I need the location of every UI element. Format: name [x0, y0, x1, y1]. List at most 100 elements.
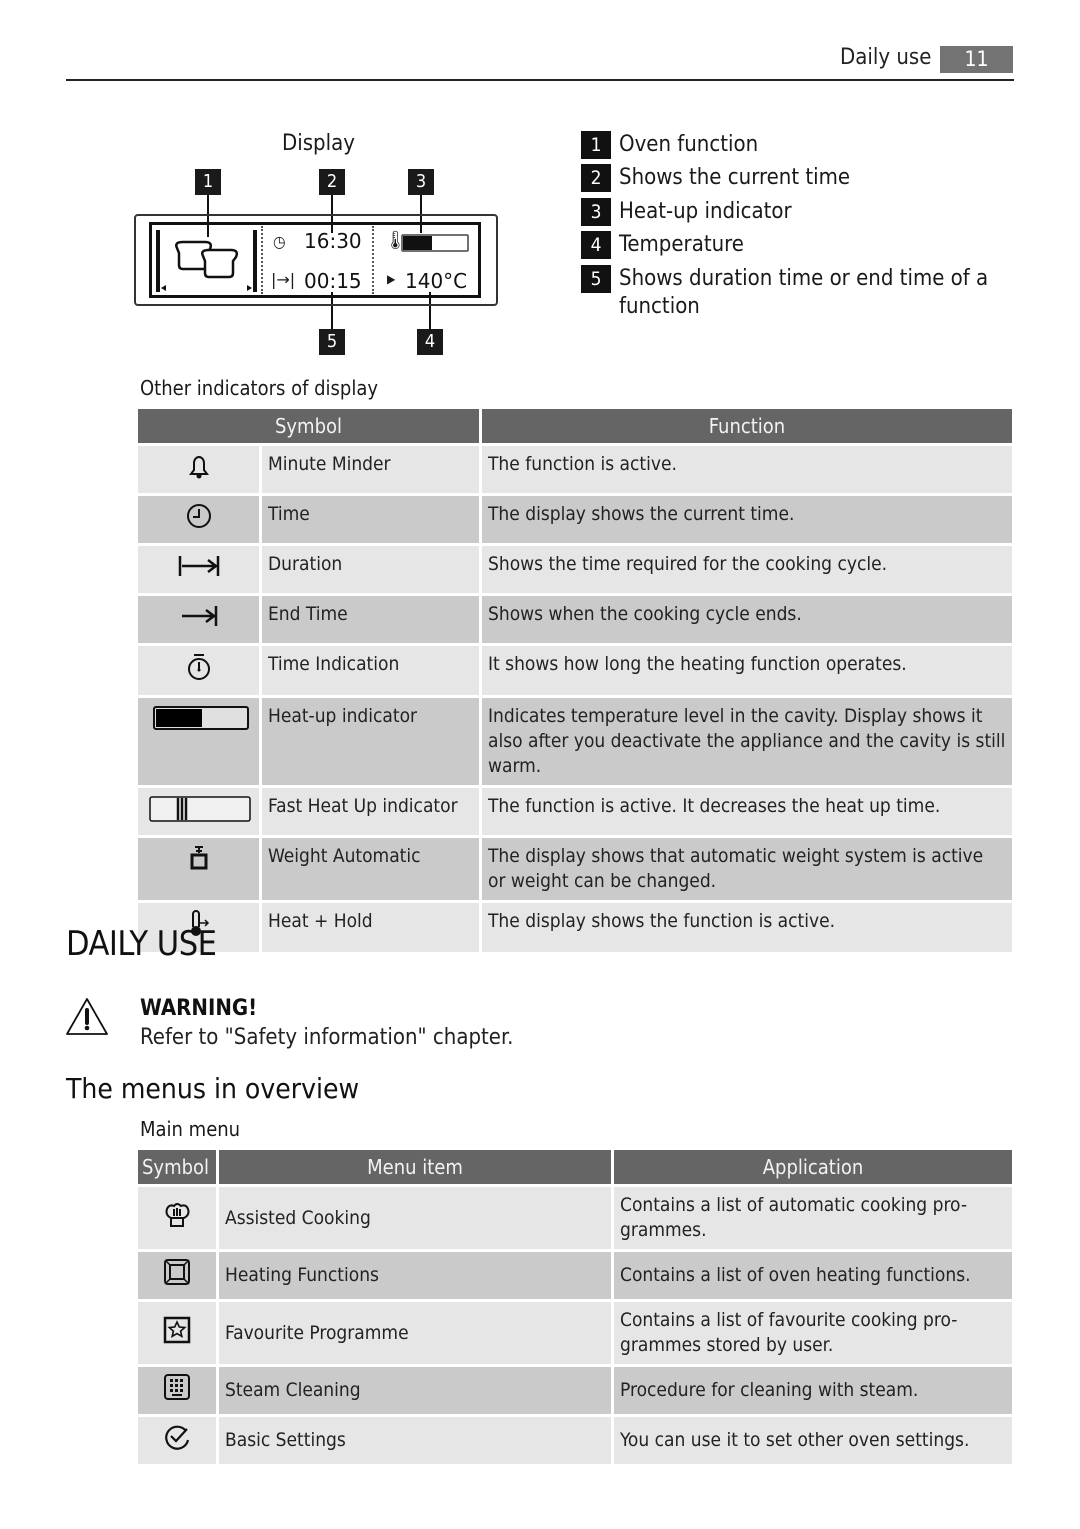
oven-icon: [164, 1259, 190, 1285]
symbol-cell: [138, 596, 259, 643]
table-row: Heat-up indicator Indicates temperature …: [138, 698, 1012, 785]
indicator-function: It shows how long the heating function o…: [482, 646, 1012, 695]
menu-item-name: Assisted Cooking: [219, 1187, 611, 1249]
display-heatup-bar: [401, 234, 469, 252]
indicator-function: The display shows the current time.: [482, 496, 1012, 543]
chef-hat-icon: [165, 1202, 190, 1227]
duration-icon: |→|: [271, 270, 296, 289]
warning-title: WARNING!: [140, 996, 258, 1021]
indicator-function: Indicates temperature level in the cavit…: [482, 698, 1012, 785]
symbol-cell: [138, 788, 259, 835]
symbol-cell: [138, 1417, 216, 1464]
column-header-application: Application: [614, 1150, 1012, 1184]
table-row: Basic Settings You can use it to set oth…: [138, 1417, 1012, 1464]
menu-item-application: Contains a list of automatic cooking pro…: [614, 1187, 1012, 1249]
indicator-function: The function is active. It decreases the…: [482, 788, 1012, 835]
indicator-function: Shows the time required for the cooking …: [482, 546, 1012, 593]
indicator-name: Duration: [262, 546, 479, 593]
menu-item-name: Steam Cleaning: [219, 1367, 611, 1414]
other-indicators-caption: Other indicators of display: [140, 376, 379, 400]
menu-item-application: You can use it to set other oven setting…: [614, 1417, 1012, 1464]
legend-text: Heat-up indicator: [619, 199, 792, 224]
indicator-name: Time Indication: [262, 646, 479, 695]
table-row: Favourite Programme Contains a list of f…: [138, 1302, 1012, 1364]
star-box-icon: [163, 1316, 191, 1343]
symbol-cell: [138, 546, 259, 593]
table-row: Minute Minder The function is active.: [138, 446, 1012, 493]
legend-number: 3: [581, 198, 611, 226]
callout-4: 4: [417, 329, 443, 355]
callout-5: 5: [319, 329, 345, 355]
end-time-icon: [181, 606, 217, 626]
column-header-menu-item: Menu item: [219, 1150, 611, 1184]
indicator-function: Shows when the cooking cycle ends.: [482, 596, 1012, 643]
column-header-symbol: Symbol: [138, 409, 479, 443]
indicator-name: Heat + Hold: [262, 903, 479, 952]
table-row: Duration Shows the time required for the…: [138, 546, 1012, 593]
callout-2: 2: [319, 169, 345, 195]
menu-item-name: Heating Functions: [219, 1252, 611, 1299]
heatup-bar-fill: [403, 236, 432, 250]
steam-grid-icon: [164, 1374, 190, 1400]
display-divider: [261, 226, 263, 294]
duration-icon: [178, 556, 219, 576]
clock-icon: ◷: [273, 232, 286, 251]
symbol-cell: [138, 698, 259, 785]
legend-item: 2 Shows the current time: [581, 164, 989, 192]
legend-item: 3 Heat-up indicator: [581, 198, 989, 226]
indicator-name: Fast Heat Up indicator: [262, 788, 479, 835]
legend-number: 4: [581, 231, 611, 259]
table-row: Heat + Hold The display shows the functi…: [138, 903, 1012, 952]
callout-1: 1: [195, 169, 221, 195]
legend-text: Shows duration time or end time of a fun…: [619, 266, 989, 319]
legend-item: 5 Shows duration time or end time of a fu…: [581, 265, 989, 321]
legend-item: 1 Oven function: [581, 131, 989, 159]
indicator-name: Minute Minder: [262, 446, 479, 493]
menu-item-name: Favourite Programme: [219, 1302, 611, 1364]
symbol-cell: [138, 496, 259, 543]
table-row: Heating Functions Contains a list of ove…: [138, 1252, 1012, 1299]
play-arrow-icon: ▶: [387, 272, 396, 286]
weight-icon: [190, 846, 207, 870]
symbol-cell: [138, 1187, 216, 1249]
display-figure-title: Display: [282, 131, 355, 156]
warning-triangle-icon: [66, 998, 108, 1035]
check-circle-icon: [165, 1425, 190, 1450]
table-row: End Time Shows when the cooking cycle en…: [138, 596, 1012, 643]
section-title-daily-use: DAILY USE: [66, 924, 217, 964]
menu-item-name: Basic Settings: [219, 1417, 611, 1464]
clock-icon: [186, 504, 211, 528]
indicator-name: End Time: [262, 596, 479, 643]
symbol-cell: [138, 446, 259, 493]
table-row: Steam Cleaning Procedure for cleaning wi…: [138, 1367, 1012, 1414]
indicator-function: The display shows that automatic weight …: [482, 838, 1012, 900]
legend-number: 5: [581, 265, 611, 293]
symbol-cell: [138, 1252, 216, 1299]
menu-item-application: Contains a list of favourite cooking pro…: [614, 1302, 1012, 1364]
main-menu-table: Symbol Menu item Application Assisted Co…: [135, 1147, 1015, 1467]
pastry-oven-function-icon: [156, 230, 257, 292]
symbol-cell: [138, 646, 259, 695]
other-indicators-table: Symbol Function Minute Minder The functi…: [135, 406, 1015, 955]
main-menu-caption: Main menu: [140, 1117, 241, 1141]
legend-text: Shows the current time: [619, 165, 851, 190]
callout-3: 3: [408, 169, 434, 195]
page-number-badge: 11: [940, 46, 1013, 73]
warning-text: Refer to "Safety information" chapter.: [140, 1025, 514, 1050]
table-row: Time Indication It shows how long the he…: [138, 646, 1012, 695]
bell-icon: [188, 456, 209, 479]
indicator-function: The function is active.: [482, 446, 1012, 493]
legend-number: 1: [581, 131, 611, 159]
menu-item-application: Procedure for cleaning with steam.: [614, 1367, 1012, 1414]
stopwatch-icon: [187, 654, 210, 680]
display-current-time: 16:30: [304, 229, 362, 253]
indicator-name: Time: [262, 496, 479, 543]
display-duration-time: 00:15: [304, 269, 362, 293]
table-row: Time The display shows the current time.: [138, 496, 1012, 543]
subsection-title-menus: The menus in overview: [66, 1072, 360, 1105]
indicator-function: The display shows the function is active…: [482, 903, 1012, 952]
menu-item-application: Contains a list of oven heating function…: [614, 1252, 1012, 1299]
heatup-bar-icon: [152, 706, 249, 730]
legend-number: 2: [581, 164, 611, 192]
header-divider: [66, 79, 1014, 81]
